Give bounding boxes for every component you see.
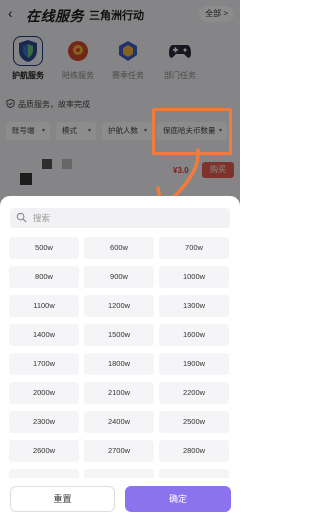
option-item[interactable]: 2500w bbox=[159, 411, 229, 433]
confirm-button[interactable]: 确定 bbox=[125, 486, 231, 512]
reset-button[interactable]: 重置 bbox=[10, 486, 115, 512]
option-item[interactable]: 2200w bbox=[159, 382, 229, 404]
option-item[interactable]: 800w bbox=[9, 266, 79, 288]
option-item[interactable]: 700w bbox=[159, 237, 229, 259]
option-item[interactable]: 500w bbox=[9, 237, 79, 259]
option-item[interactable]: 1500w bbox=[84, 324, 154, 346]
search-icon bbox=[16, 212, 27, 223]
option-item[interactable]: 1300w bbox=[159, 295, 229, 317]
option-item[interactable]: 1600w bbox=[159, 324, 229, 346]
option-item[interactable]: 600w bbox=[84, 237, 154, 259]
search-input[interactable]: 搜索 bbox=[10, 208, 230, 228]
option-item[interactable]: 1200w bbox=[84, 295, 154, 317]
option-item[interactable]: 900w bbox=[84, 266, 154, 288]
sheet-footer: 重置 确定 bbox=[0, 478, 240, 515]
option-item[interactable]: 2600w bbox=[9, 440, 79, 462]
option-item[interactable]: 2400w bbox=[84, 411, 154, 433]
option-grid: 500w 600w 700w 800w 900w 1000w 1100w 120… bbox=[9, 237, 231, 487]
filter-sheet: 搜索 500w 600w 700w 800w 900w 1000w 1100w … bbox=[0, 196, 240, 515]
option-item[interactable]: 1900w bbox=[159, 353, 229, 375]
option-item[interactable]: 1400w bbox=[9, 324, 79, 346]
search-placeholder: 搜索 bbox=[33, 213, 51, 223]
option-item[interactable]: 2100w bbox=[84, 382, 154, 404]
option-item[interactable]: 1100w bbox=[9, 295, 79, 317]
option-item[interactable]: 1700w bbox=[9, 353, 79, 375]
option-item[interactable]: 2700w bbox=[84, 440, 154, 462]
option-item[interactable]: 2800w bbox=[159, 440, 229, 462]
option-item[interactable]: 1000w bbox=[159, 266, 229, 288]
option-item[interactable]: 2000w bbox=[9, 382, 79, 404]
option-item[interactable]: 1800w bbox=[84, 353, 154, 375]
option-item[interactable]: 2300w bbox=[9, 411, 79, 433]
